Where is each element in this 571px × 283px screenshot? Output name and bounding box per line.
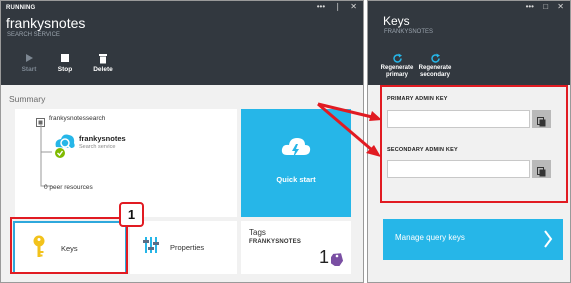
arrowhead-primary [369,111,382,121]
annotation-arrows [317,102,382,157]
